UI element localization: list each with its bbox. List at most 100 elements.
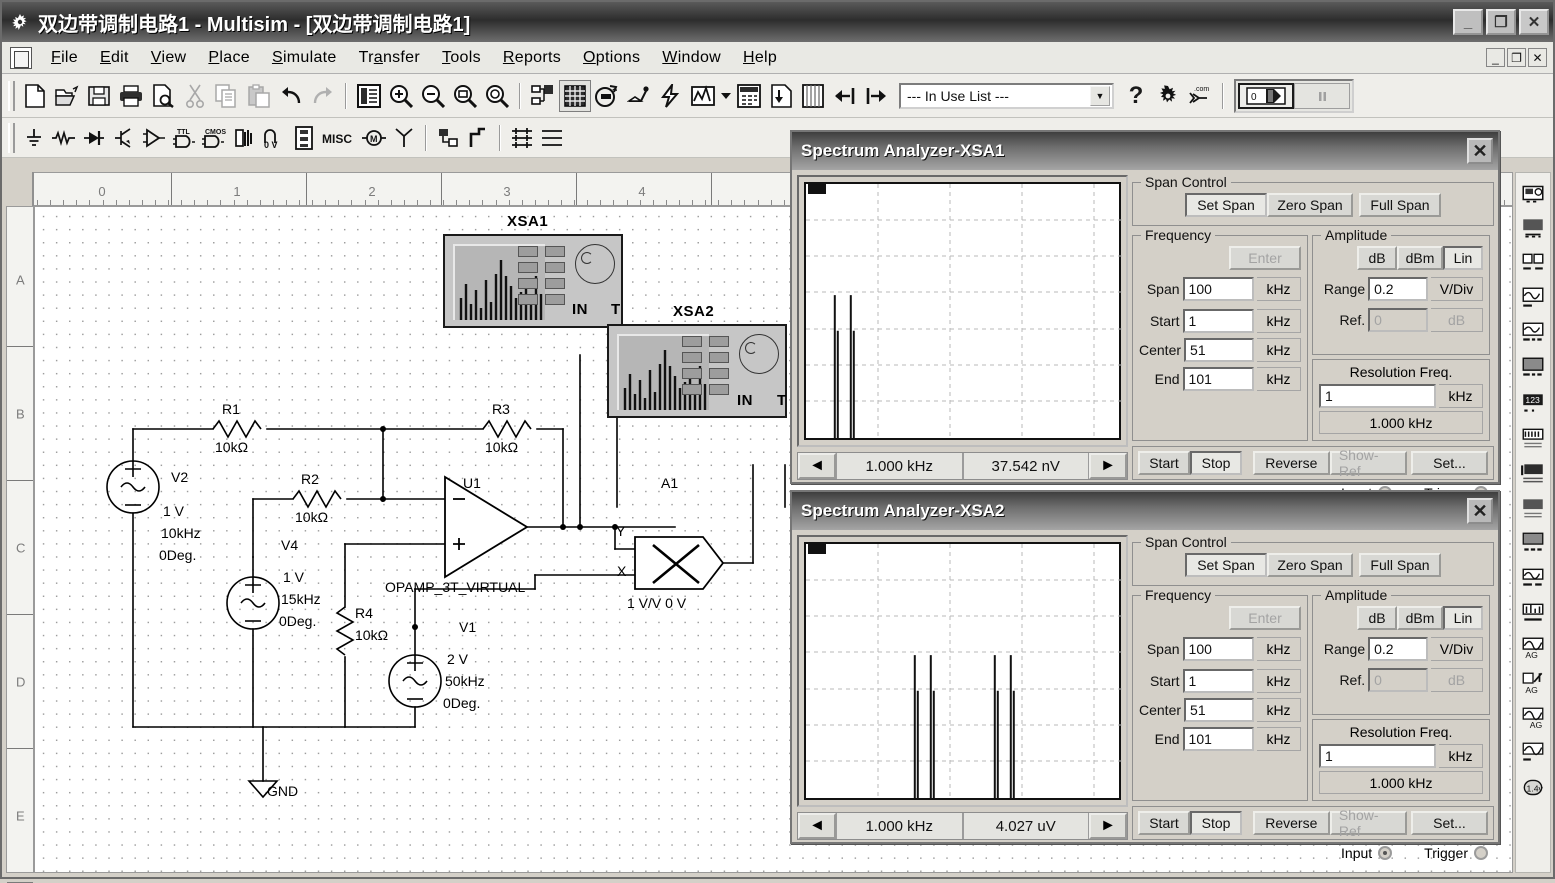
help-icon[interactable]: ? — [1120, 80, 1152, 112]
show-grid-icon[interactable] — [507, 123, 537, 153]
menu-item-view[interactable]: View — [140, 47, 198, 69]
xsa2-start-input[interactable]: 1 — [1183, 669, 1254, 693]
spreadsheet-view-icon[interactable] — [559, 80, 591, 112]
xsa2-input-radio[interactable] — [1378, 846, 1392, 860]
print-preview-icon[interactable] — [147, 80, 179, 112]
zoom-out-icon[interactable] — [417, 80, 449, 112]
xsa2-stop-button[interactable]: Stop — [1190, 811, 1242, 835]
xsa2-end-input[interactable]: 101 — [1183, 727, 1254, 751]
zoom-in-icon[interactable] — [385, 80, 417, 112]
minimize-button[interactable]: _ — [1453, 9, 1483, 35]
multisim-about-icon[interactable] — [1152, 80, 1184, 112]
xsa1-close-button[interactable]: ✕ — [1467, 138, 1493, 164]
xsa1-spectrum-plot[interactable] — [804, 182, 1121, 440]
logic-analyzer-icon[interactable] — [1518, 457, 1548, 488]
xsa1-set-button[interactable]: Set... — [1411, 451, 1488, 475]
xsa1-stop-button[interactable]: Stop — [1190, 451, 1242, 475]
wattmeter-icon[interactable] — [1518, 247, 1548, 278]
xsa2-center-input[interactable]: 51 — [1184, 698, 1254, 722]
close-button[interactable]: ✕ — [1519, 9, 1549, 35]
xsa1-end-input[interactable]: 101 — [1183, 367, 1254, 391]
xsa2-enter-button[interactable]: Enter — [1229, 606, 1301, 630]
xsa2-cursor-left-button[interactable]: ◄ — [798, 813, 836, 839]
misc-digital-icon[interactable] — [229, 123, 259, 153]
diodes-icon[interactable] — [79, 123, 109, 153]
components-toolbar-grip[interactable] — [8, 123, 15, 153]
xsa2-reverse-button[interactable]: Reverse — [1253, 811, 1330, 835]
analog-icon[interactable] — [139, 123, 169, 153]
menu-item-options[interactable]: Options — [572, 47, 651, 69]
run-simulation-icon[interactable]: 0 — [1238, 83, 1294, 109]
pause-simulation-icon[interactable] — [1294, 83, 1350, 109]
xsa2-set-span-button[interactable]: Set Span — [1185, 553, 1267, 577]
mdi-restore-button[interactable]: ❐ — [1507, 48, 1526, 67]
xsa2-spectrum-plot[interactable] — [804, 542, 1121, 800]
copy-icon[interactable] — [211, 80, 243, 112]
in-use-list-combo[interactable]: --- In Use List --- ▼ — [899, 83, 1114, 109]
database-icon[interactable] — [591, 80, 623, 112]
menu-item-reports[interactable]: Reports — [492, 47, 572, 69]
hierarchical-block-icon[interactable] — [433, 123, 463, 153]
four-channel-oscilloscope-icon[interactable] — [1518, 317, 1548, 348]
menu-item-help[interactable]: Help — [732, 47, 788, 69]
xsa2-lin-button[interactable]: Lin — [1443, 606, 1483, 630]
multimeter-icon[interactable] — [1518, 177, 1548, 208]
ttl-icon[interactable]: TTL — [169, 123, 199, 153]
agilent-function-generator-icon[interactable]: AG — [1518, 667, 1548, 698]
xsa1-span-input[interactable]: 100 — [1183, 277, 1254, 301]
menu-item-place[interactable]: Place — [197, 47, 261, 69]
xsa1-cursor-left-button[interactable]: ◄ — [798, 453, 836, 479]
instrument-xsa1[interactable] — [443, 234, 623, 328]
xsa1-reverse-button[interactable]: Reverse — [1253, 451, 1330, 475]
save-icon[interactable] — [83, 80, 115, 112]
zoom-fit-icon[interactable] — [481, 80, 513, 112]
back-annotate-icon[interactable] — [765, 80, 797, 112]
cmos-icon[interactable]: CMOS — [199, 123, 229, 153]
xsa1-resolution-input[interactable]: 1 — [1319, 384, 1436, 408]
oscilloscope-icon[interactable] — [1518, 282, 1548, 313]
spectrum-analyzer-icon[interactable] — [1518, 597, 1548, 628]
transistors-icon[interactable] — [109, 123, 139, 153]
cut-icon[interactable] — [179, 80, 211, 112]
xsa1-enter-button[interactable]: Enter — [1229, 246, 1301, 270]
show-page-bounds-icon[interactable] — [537, 123, 567, 153]
transfer-to-pcb-icon[interactable] — [829, 80, 861, 112]
zoom-area-icon[interactable] — [449, 80, 481, 112]
menu-item-transfer[interactable]: Transfer — [348, 47, 431, 69]
xsa2-zero-span-button[interactable]: Zero Span — [1267, 553, 1353, 577]
xsa1-show-ref-button[interactable]: Show-Ref — [1330, 451, 1407, 475]
bus-icon[interactable] — [463, 123, 493, 153]
xsa2-span-input[interactable]: 100 — [1183, 637, 1254, 661]
xsa2-set-button[interactable]: Set... — [1411, 811, 1488, 835]
open-folder-icon[interactable] — [51, 80, 83, 112]
in-use-list-icon[interactable] — [623, 80, 655, 112]
xsa1-set-span-button[interactable]: Set Span — [1185, 193, 1267, 217]
in-use-list-dropdown-arrow[interactable]: ▼ — [1090, 86, 1110, 106]
agilent-oscilloscope-icon[interactable] — [1518, 737, 1548, 768]
xsa1-center-input[interactable]: 51 — [1184, 338, 1254, 362]
instrument-xsa2[interactable] — [607, 324, 787, 418]
electromechanical-icon[interactable]: M — [359, 123, 389, 153]
xsa2-db-button[interactable]: dB — [1357, 606, 1397, 630]
sources-icon[interactable] — [19, 123, 49, 153]
xsa2-full-span-button[interactable]: Full Span — [1359, 553, 1441, 577]
xsa2-dbm-button[interactable]: dBm — [1397, 606, 1443, 630]
network-analyzer-icon[interactable]: AG — [1518, 632, 1548, 663]
redo-icon[interactable] — [307, 80, 339, 112]
xsa1-db-button[interactable]: dB — [1357, 246, 1397, 270]
menu-item-file[interactable]: FFileile — [40, 47, 89, 69]
undo-icon[interactable] — [275, 80, 307, 112]
xsa2-ref-input[interactable]: 0 — [1368, 668, 1428, 692]
menu-item-edit[interactable]: Edit — [89, 47, 140, 69]
maximize-button[interactable]: ❐ — [1486, 9, 1516, 35]
xsa2-start-button[interactable]: Start — [1138, 811, 1190, 835]
basic-icon[interactable] — [49, 123, 79, 153]
xsa1-dbm-button[interactable]: dBm — [1397, 246, 1443, 270]
new-file-icon[interactable] — [19, 80, 51, 112]
print-icon[interactable] — [115, 80, 147, 112]
xsa1-cursor-right-button[interactable]: ► — [1089, 453, 1127, 479]
word-generator-icon[interactable] — [1518, 422, 1548, 453]
distortion-analyzer-icon[interactable] — [1518, 562, 1548, 593]
frequency-counter-icon[interactable]: 123 — [1518, 387, 1548, 418]
tektronix-oscilloscope-icon[interactable]: 1.4v — [1518, 772, 1548, 803]
